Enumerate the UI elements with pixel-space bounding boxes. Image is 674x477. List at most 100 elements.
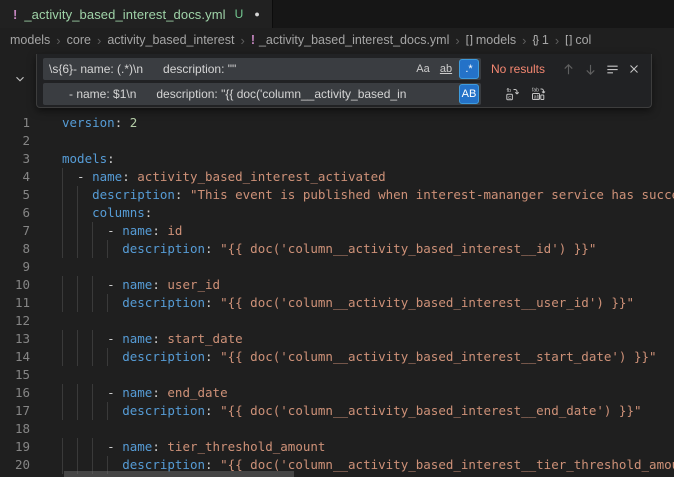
code-line-content: - name: activity_based_interest_activate…	[62, 168, 386, 186]
code-token: description	[122, 295, 205, 310]
breadcrumb-separator-icon: ›	[555, 33, 559, 48]
close-icon	[627, 62, 641, 76]
whole-word-button[interactable]: ab	[436, 59, 456, 79]
breadcrumb-item[interactable]: models	[10, 33, 50, 47]
indent-guide	[62, 456, 63, 474]
code-line[interactable]: 8 description: "{{ doc('column__activity…	[0, 240, 674, 258]
preserve-case-button[interactable]: AB	[459, 84, 479, 104]
indent-guide	[107, 348, 108, 366]
find-in-selection-button[interactable]	[601, 58, 623, 80]
code-line[interactable]: 5 description: "This event is published …	[0, 186, 674, 204]
code-line[interactable]: 13 - name: start_date	[0, 330, 674, 348]
tab-activity-based-interest-docs[interactable]: ! _activity_based_interest_docs.yml U ●	[0, 0, 273, 28]
code-line-content: version: 2	[62, 114, 137, 132]
code-line[interactable]: 17 description: "{{ doc('column__activit…	[0, 402, 674, 420]
line-number: 10	[0, 276, 30, 294]
indent-guide	[77, 438, 78, 456]
code-line[interactable]: 19 - name: tier_threshold_amount	[0, 438, 674, 456]
code-line[interactable]: 6 columns:	[0, 204, 674, 222]
breadcrumb-item[interactable]: [ ]col	[565, 33, 591, 47]
git-untracked-badge: U	[235, 7, 244, 21]
indent-guide	[62, 330, 63, 348]
code-line[interactable]: 4 - name: activity_based_interest_activa…	[0, 168, 674, 186]
line-number: 6	[0, 204, 30, 222]
file-icon: !	[251, 33, 255, 47]
breadcrumb-item[interactable]: [ ]models	[466, 33, 516, 47]
breadcrumb-item[interactable]: core	[67, 33, 91, 47]
code-token: :	[152, 331, 167, 346]
breadcrumb-label: core	[67, 33, 91, 47]
code-line[interactable]: 7 - name: id	[0, 222, 674, 240]
code-line[interactable]: 15	[0, 366, 674, 384]
find-input[interactable]	[43, 58, 411, 80]
find-results-message: No results	[491, 62, 545, 76]
code-token: name	[122, 331, 152, 346]
code-line[interactable]: 12	[0, 312, 674, 330]
close-button[interactable]	[623, 58, 645, 80]
code-line[interactable]: 9	[0, 258, 674, 276]
breadcrumb-label: col	[575, 33, 591, 47]
indent-guide	[92, 276, 93, 294]
code-line-content: - name: id	[62, 222, 182, 240]
horizontal-scrollbar[interactable]	[64, 471, 294, 477]
line-number: 5	[0, 186, 30, 204]
code-token: :	[175, 187, 190, 202]
breadcrumb-label: _activity_based_interest_docs.yml	[259, 33, 449, 47]
editor[interactable]: 1version: 223models:4 - name: activity_b…	[0, 52, 674, 477]
indent-guide	[77, 348, 78, 366]
code-line[interactable]: 3models:	[0, 150, 674, 168]
code-token: :	[152, 223, 167, 238]
code-line[interactable]: 18	[0, 420, 674, 438]
indent-guide	[77, 384, 78, 402]
line-number: 15	[0, 366, 30, 384]
chevron-down-icon	[13, 72, 27, 86]
previous-match-button[interactable]	[557, 58, 579, 80]
code-area[interactable]: 1version: 223models:4 - name: activity_b…	[0, 114, 674, 474]
code-line-content: description: "This event is published wh…	[62, 186, 674, 204]
code-line[interactable]: 16 - name: end_date	[0, 384, 674, 402]
replace-all-button[interactable]: fab ab	[527, 83, 549, 105]
code-line[interactable]: 1 version: 2	[0, 114, 674, 132]
next-match-button[interactable]	[579, 58, 601, 80]
code-token: start_date	[167, 331, 242, 346]
code-token: :	[205, 295, 220, 310]
code-token: columns	[92, 205, 145, 220]
line-number: 14	[0, 348, 30, 366]
replace-icon: fb c	[504, 86, 520, 102]
code-token: models	[62, 151, 107, 166]
line-number: 3	[0, 150, 30, 168]
line-number: 20	[0, 456, 30, 474]
indent-guide	[92, 240, 93, 258]
code-token: :	[145, 205, 153, 220]
code-line[interactable]: 14 description: "{{ doc('column__activit…	[0, 348, 674, 366]
line-number: 7	[0, 222, 30, 240]
line-number: 4	[0, 168, 30, 186]
breadcrumb-label: activity_based_interest	[107, 33, 234, 47]
indent-guide	[77, 240, 78, 258]
code-line[interactable]: 2	[0, 132, 674, 150]
code-token: :	[205, 457, 220, 472]
replace-row: AB fb c fab a	[43, 83, 645, 105]
code-line[interactable]: 11 description: "{{ doc('column__activit…	[0, 294, 674, 312]
modified-dot-icon[interactable]: ●	[254, 9, 259, 19]
indent-guide	[62, 276, 63, 294]
svg-text:c: c	[508, 95, 511, 101]
regex-button[interactable]: .*	[459, 59, 479, 79]
breadcrumb-item[interactable]: ! _activity_based_interest_docs.yml	[251, 33, 450, 47]
indent-guide	[77, 204, 78, 222]
line-number: 12	[0, 312, 30, 330]
indent-guide	[62, 168, 63, 186]
replace-button[interactable]: fb c	[501, 83, 523, 105]
replace-input-box: AB	[43, 83, 481, 105]
code-line[interactable]: 10 - name: user_id	[0, 276, 674, 294]
code-line-content: - name: end_date	[62, 384, 228, 402]
breadcrumb-item[interactable]: activity_based_interest	[107, 33, 234, 47]
line-number: 13	[0, 330, 30, 348]
toggle-replace-button[interactable]	[11, 70, 29, 92]
code-token: user_id	[167, 277, 220, 292]
line-number: 11	[0, 294, 30, 312]
breadcrumb-item[interactable]: {}1	[533, 33, 549, 47]
replace-input[interactable]	[43, 83, 455, 105]
match-case-button[interactable]: Aa	[413, 59, 433, 79]
line-number: 1	[0, 114, 30, 132]
